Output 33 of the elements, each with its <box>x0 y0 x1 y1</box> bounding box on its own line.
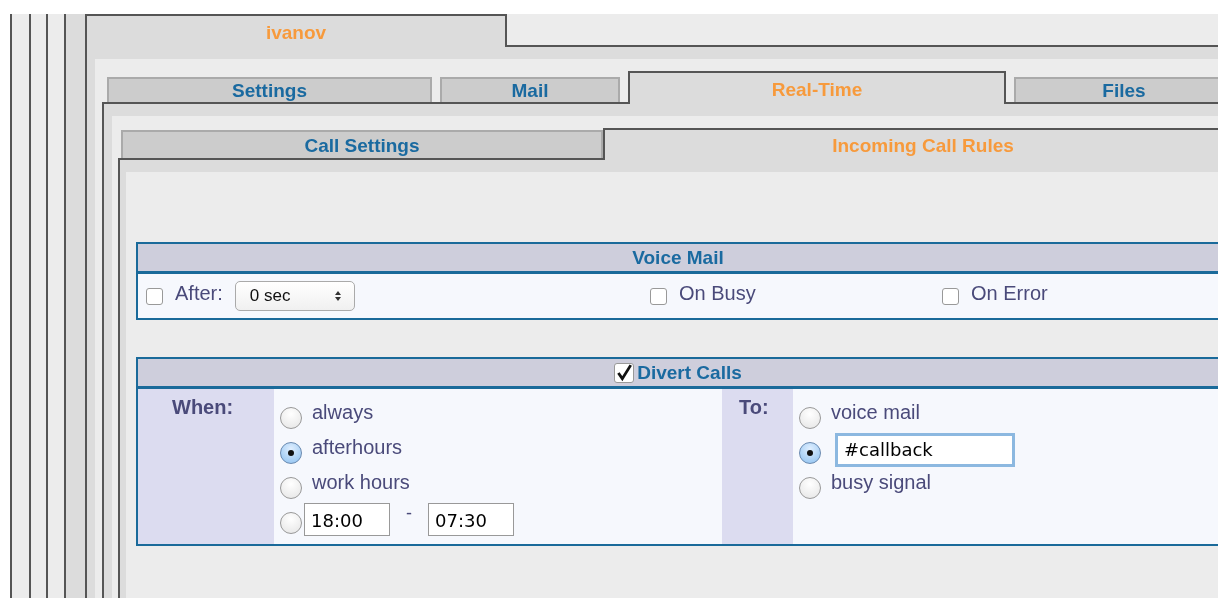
radio-button[interactable] <box>280 406 302 429</box>
tab[interactable]: Files <box>1014 77 1218 102</box>
radio-button[interactable] <box>799 441 821 464</box>
radio-button[interactable] <box>280 511 302 534</box>
section-title: Divert Calls <box>637 361 742 384</box>
updown-icon <box>333 290 342 302</box>
start-time-field[interactable]: 18:00 <box>304 503 390 536</box>
section-title: Voice Mail <box>632 246 724 269</box>
radio-button[interactable] <box>280 476 302 499</box>
delay-select[interactable]: 0 sec <box>234 281 355 311</box>
radio-button[interactable] <box>280 441 302 464</box>
radio-label: busy signal <box>831 471 932 494</box>
field-label: To: <box>739 396 769 418</box>
field-label: When: <box>172 396 234 418</box>
radio-label: voice mail <box>831 401 920 424</box>
checkbox[interactable] <box>942 287 959 305</box>
checkbox[interactable] <box>650 287 667 305</box>
checkbox-label: On Error <box>971 281 1048 305</box>
tab[interactable]: Mail <box>440 77 620 102</box>
end-time-field[interactable]: 07:30 <box>428 503 514 536</box>
tab[interactable]: Settings <box>107 77 432 102</box>
radio-button[interactable] <box>799 476 821 499</box>
radio-label: always <box>312 401 374 424</box>
radio-label: work hours <box>312 471 410 494</box>
radio-label: afterhours <box>312 436 403 459</box>
checkbox[interactable] <box>614 362 635 383</box>
checkbox-label: On Busy <box>679 281 756 305</box>
number-field[interactable]: #callback <box>835 432 1015 467</box>
checkbox-label: After: <box>175 281 223 305</box>
range-separator: - <box>406 503 412 524</box>
checkbox[interactable] <box>146 287 163 305</box>
subtab[interactable]: Call Settings <box>121 130 603 158</box>
radio-button[interactable] <box>799 406 821 429</box>
